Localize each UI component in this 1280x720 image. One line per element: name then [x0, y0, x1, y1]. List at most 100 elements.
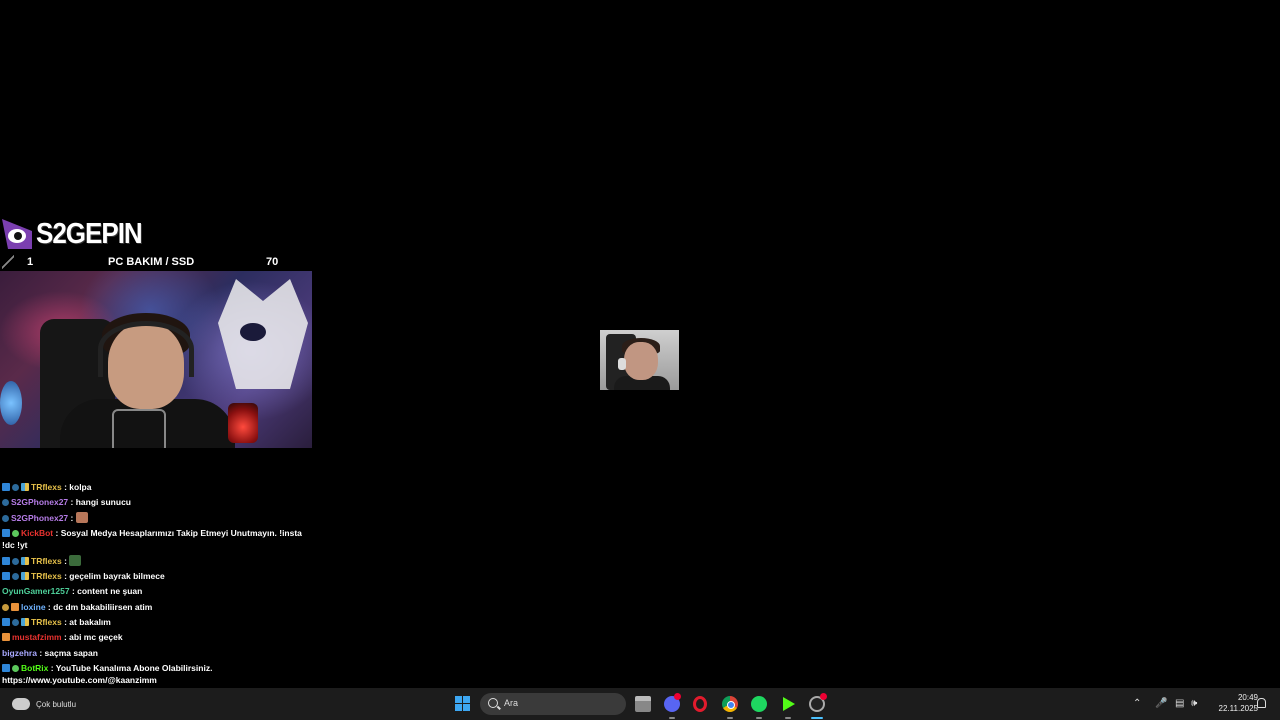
chat-username[interactable]: TRflexs: [31, 617, 62, 627]
sub-badge-icon: [2, 499, 9, 507]
chat-message: OyunGamer1257 : content ne şuan: [0, 584, 312, 599]
weather-text: Çok bulutlu: [36, 699, 77, 709]
sub-badge-icon: [12, 619, 19, 627]
chat-text: geçelim bayrak bilmece: [69, 571, 165, 582]
emote-face-icon: [75, 511, 88, 523]
chat-message: S2GPhonex27 :: [0, 511, 312, 526]
network-icon[interactable]: ▤: [1175, 698, 1184, 709]
chat-message: mustafzimm : abi mc geçek: [0, 630, 312, 645]
search-icon: [488, 698, 498, 708]
chat-panel: TRflexs : kolpa S2GPhonex27 : hangi sunuc…: [0, 480, 312, 704]
orange-badge-icon: [2, 633, 10, 642]
time: 20:49: [1237, 693, 1258, 702]
chat-message: loxine : dc dm bakabiliirsen atim: [0, 600, 312, 615]
chat-username[interactable]: TRflexs: [31, 482, 62, 492]
chat-username[interactable]: TRflexs: [31, 556, 62, 566]
chat-text: dc dm bakabiliirsen atim: [53, 601, 153, 612]
chat-separator: :: [36, 647, 45, 658]
chat-message: TRflexs : at bakalım: [0, 615, 312, 630]
green-badge-icon: [12, 664, 19, 672]
chat-message: TRflexs :: [0, 554, 312, 569]
chevron-up-icon[interactable]: ⌃: [1133, 698, 1141, 709]
chat-username[interactable]: TRflexs: [31, 571, 62, 581]
microphone-icon[interactable]: 🎤: [1155, 698, 1167, 709]
stream-topic: PC BAKIM / SSD: [108, 256, 195, 268]
chrome-running: [727, 717, 733, 719]
prime-badge-icon: [2, 528, 10, 537]
slash-icon: [2, 255, 14, 269]
spotify-running: [756, 717, 762, 719]
webcam-main: [0, 271, 312, 448]
chat-username[interactable]: BotRix: [21, 663, 48, 673]
start-button[interactable]: [455, 696, 471, 712]
sub-badge-icon: [2, 514, 9, 522]
kick-icon[interactable]: [780, 696, 796, 712]
chat-text: abi mc geçek: [69, 632, 123, 643]
grid-badge-icon: [21, 483, 29, 491]
chat-separator: :: [61, 555, 70, 566]
gold-badge-icon: [2, 603, 9, 611]
chat-text: at bakalım: [69, 617, 111, 628]
sub-badge-icon: [12, 573, 19, 581]
date: 22.11.2025: [1218, 704, 1258, 713]
info-right-number: 70: [266, 256, 279, 268]
discord-running: [669, 717, 675, 719]
spotify-icon[interactable]: [751, 696, 767, 712]
chat-separator: :: [68, 497, 76, 508]
chat-separator: :: [48, 662, 56, 673]
cloud-icon: [12, 698, 30, 710]
notification-bell-icon[interactable]: [1257, 698, 1266, 708]
chat-text: hangi sunucu: [75, 497, 131, 508]
chat-username[interactable]: S2GPhonex27: [11, 497, 68, 507]
webcam-mini: [600, 330, 679, 390]
channel-name: S2GEPIN: [36, 215, 143, 249]
prime-badge-icon: [2, 483, 10, 491]
sub-badge-icon: [12, 557, 19, 565]
obs-recording-dot: [820, 693, 827, 700]
emote-frog-icon: [69, 554, 82, 566]
chat-username[interactable]: S2GPhonex27: [11, 513, 68, 523]
chat-separator: :: [45, 601, 54, 612]
discord-badge: [674, 693, 681, 700]
chat-text: kolpa: [69, 482, 92, 492]
chat-message: TRflexs : geçelim bayrak bilmece: [0, 569, 312, 584]
orange-badge-icon: [11, 602, 19, 611]
grid-badge-icon: [21, 556, 29, 565]
sub-badge-icon: [12, 484, 19, 491]
chat-separator: :: [53, 527, 61, 538]
prime-badge-icon: [2, 663, 10, 672]
chat-separator: :: [68, 512, 76, 523]
chat-message: TRflexs : kolpa: [0, 480, 312, 495]
owl-logo-icon: [2, 217, 34, 249]
clock[interactable]: 20:49 22.11.2025: [1206, 692, 1258, 714]
volume-icon[interactable]: 🕪: [1191, 698, 1197, 709]
chat-message: BotRix : YouTube Kanalıma Abone Olabilir…: [0, 661, 312, 689]
chrome-icon[interactable]: [722, 696, 738, 712]
chat-username[interactable]: bigzehra: [2, 648, 37, 658]
chat-message: bigzehra : saçma sapan: [0, 646, 312, 661]
green-badge-icon: [12, 529, 19, 537]
chat-text: content ne şuan: [77, 586, 143, 597]
search-input[interactable]: Ara: [480, 693, 626, 715]
grid-badge-icon: [21, 572, 29, 581]
stream-info-bar: 1 PC BAKIM / SSD 70: [0, 254, 312, 270]
chat-message: S2GPhonex27 : hangi sunucu: [0, 495, 312, 510]
prime-badge-icon: [2, 618, 10, 627]
search-placeholder: Ara: [504, 698, 519, 708]
taskbar: Çok bulutlu Ara ⌃ 🎤 ▤ 🕪 20:49 22.11.2025: [0, 688, 1280, 720]
info-left-number: 1: [27, 256, 34, 268]
grid-badge-icon: [21, 618, 29, 627]
chat-text: saçma sapan: [44, 647, 98, 658]
prime-badge-icon: [2, 556, 10, 565]
chat-username[interactable]: loxine: [21, 602, 46, 612]
chat-username[interactable]: KickBot: [21, 528, 53, 538]
chat-username[interactable]: mustafzimm: [12, 632, 62, 642]
channel-logo: S2GEPIN: [0, 212, 143, 254]
file-explorer-icon[interactable]: [635, 696, 651, 712]
chat-message: KickBot : Sosyal Medya Hesaplarımızı Tak…: [0, 526, 312, 554]
prime-badge-icon: [2, 572, 10, 581]
weather-widget[interactable]: Çok bulutlu: [8, 690, 76, 718]
opera-icon[interactable]: [693, 696, 707, 712]
chat-separator: :: [69, 586, 78, 597]
chat-username[interactable]: OyunGamer1257: [2, 586, 70, 596]
